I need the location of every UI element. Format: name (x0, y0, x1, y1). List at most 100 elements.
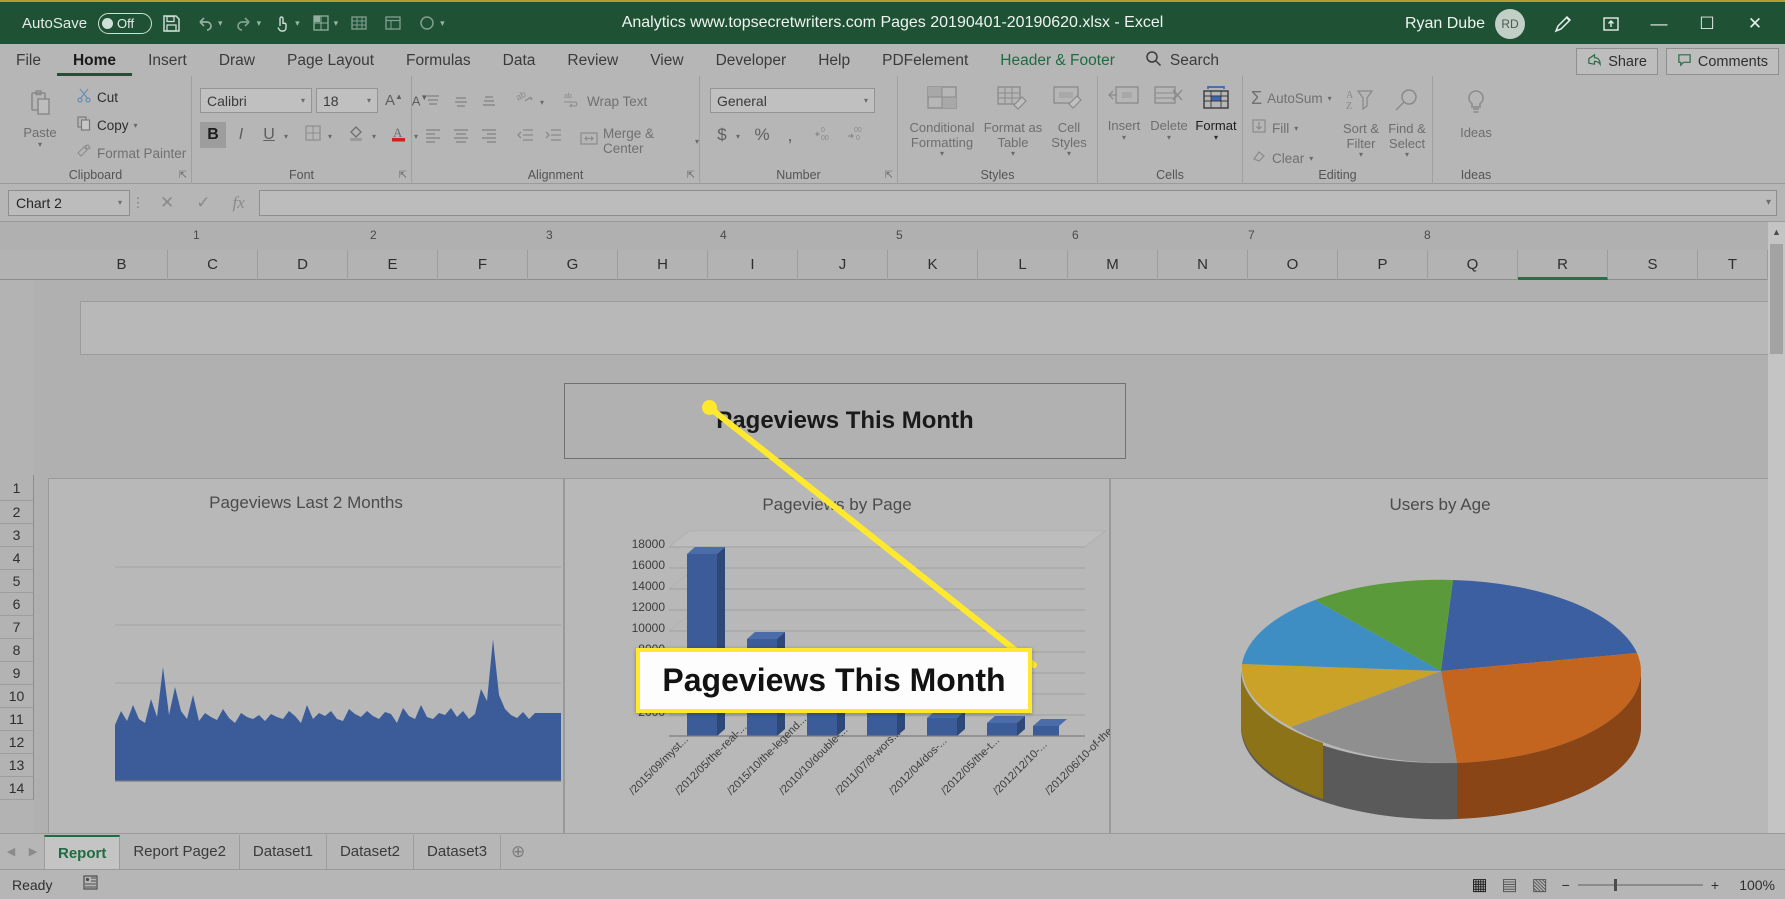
alignment-dialog-launcher-icon[interactable]: ⇱ (687, 170, 695, 181)
undo-icon[interactable] (190, 8, 220, 38)
wrap-text-button[interactable]: ab Wrap Text (564, 91, 647, 111)
tab-file[interactable]: File (0, 46, 57, 76)
orientation-dropdown-icon[interactable]: ▾ (540, 98, 544, 107)
sort-filter-button[interactable]: AZ Sort & Filter ▾ (1339, 88, 1383, 160)
grow-font-button[interactable]: A▲ (382, 88, 406, 113)
column-header-G[interactable]: G (528, 250, 618, 280)
font-dialog-launcher-icon[interactable]: ⇱ (399, 170, 407, 181)
conditional-formatting-dropdown-icon[interactable]: ▾ (940, 149, 944, 159)
tab-home[interactable]: Home (56, 46, 133, 76)
delete-cells-button[interactable]: Delete ▾ (1146, 85, 1192, 143)
column-header-K[interactable]: K (888, 250, 978, 280)
column-header-I[interactable]: I (708, 250, 798, 280)
tab-help[interactable]: Help (802, 46, 866, 76)
vertical-scrollbar[interactable]: ▲ ▼ (1768, 222, 1785, 846)
underline-dropdown-icon[interactable]: ▾ (284, 132, 288, 141)
clear-button[interactable]: Clear ▾ (1251, 148, 1313, 168)
row-header-4[interactable]: 4 (0, 547, 34, 570)
zoom-in-button[interactable]: + (1711, 877, 1719, 893)
zoom-handle[interactable] (1613, 878, 1617, 891)
zoom-slider[interactable]: − + (1562, 877, 1719, 893)
column-header-J[interactable]: J (798, 250, 888, 280)
format-painter-button[interactable]: Format Painter (76, 143, 186, 163)
merge-center-button[interactable]: Merge & Center ▾ (580, 126, 699, 156)
column-header-C[interactable]: C (168, 250, 258, 280)
restore-button[interactable]: ☐ (1685, 2, 1729, 46)
record-icon[interactable] (412, 8, 442, 38)
row-header-12[interactable]: 12 (0, 731, 34, 754)
cut-button[interactable]: Cut (76, 87, 118, 107)
column-header-N[interactable]: N (1158, 250, 1248, 280)
sort-filter-dropdown-icon[interactable]: ▾ (1359, 150, 1363, 160)
name-box[interactable]: Chart 2 ▾ (8, 189, 130, 216)
tab-header-and-footer[interactable]: Header & Footer (984, 46, 1131, 76)
fill-button[interactable]: Fill ▾ (1251, 118, 1298, 138)
bold-button[interactable]: B (200, 122, 226, 148)
paste-dropdown-icon[interactable]: ▾ (38, 140, 42, 150)
cell-styles-button[interactable]: Cell Styles ▾ (1044, 85, 1094, 159)
row-header-1[interactable]: 1 (0, 475, 34, 501)
comments-button[interactable]: Comments (1665, 48, 1779, 75)
autosum-dropdown-icon[interactable]: ▾ (1328, 94, 1332, 103)
search-input[interactable]: Search (1131, 46, 1233, 76)
redo-icon[interactable] (229, 8, 259, 38)
tab-view[interactable]: View (634, 46, 699, 76)
normal-view-button[interactable]: ▦ (1471, 875, 1487, 895)
cancel-formula-icon[interactable]: ✕ (160, 193, 174, 213)
align-bottom-button[interactable] (476, 88, 502, 114)
increase-decimal-button[interactable]: 0 00 (812, 122, 842, 148)
ink-pen-icon[interactable] (1541, 2, 1585, 46)
tab-insert[interactable]: Insert (132, 46, 203, 76)
sheet-tab-report-page2[interactable]: Report Page2 (120, 834, 240, 869)
font-color-button[interactable]: A (386, 122, 412, 148)
copy-button[interactable]: Copy ▾ (76, 115, 138, 135)
align-left-button[interactable] (420, 122, 446, 148)
insert-function-icon[interactable]: fx (233, 193, 245, 213)
tab-developer[interactable]: Developer (700, 46, 803, 76)
sheet-tab-report[interactable]: Report (44, 834, 121, 869)
save-icon[interactable] (156, 8, 186, 38)
tab-draw[interactable]: Draw (203, 46, 271, 76)
column-header-D[interactable]: D (258, 250, 348, 280)
row-header-13[interactable]: 13 (0, 754, 34, 777)
italic-button[interactable]: I (228, 122, 254, 148)
name-box-dropdown-icon[interactable]: ▾ (118, 198, 122, 207)
font-name-input[interactable]: Calibri ▾ (200, 88, 312, 113)
row-header-2[interactable]: 2 (0, 501, 34, 524)
column-header-Q[interactable]: Q (1428, 250, 1518, 280)
column-header-F[interactable]: F (438, 250, 528, 280)
sheet-tab-dataset3[interactable]: Dataset3 (414, 834, 502, 869)
row-header-6[interactable]: 6 (0, 593, 34, 616)
format-cells-dropdown-icon[interactable]: ▾ (1214, 133, 1218, 143)
autosum-button[interactable]: Σ AutoSum ▾ (1251, 88, 1332, 109)
column-header-S[interactable]: S (1608, 250, 1698, 280)
column-header-T[interactable]: T (1698, 250, 1768, 280)
scroll-up-button[interactable]: ▲ (1768, 222, 1785, 242)
font-name-dropdown-icon[interactable]: ▾ (301, 96, 305, 105)
currency-button[interactable]: $ (710, 122, 734, 148)
insert-cells-dropdown-icon[interactable]: ▾ (1122, 133, 1126, 143)
formula-bar-grip[interactable]: ⋮ (130, 195, 146, 211)
insert-cells-button[interactable]: Insert ▾ (1102, 85, 1146, 143)
user-name[interactable]: Ryan Dube (1405, 15, 1485, 33)
format-as-table-dropdown-icon[interactable]: ▾ (1011, 149, 1015, 159)
cell-styles-dropdown-icon[interactable]: ▾ (1067, 149, 1071, 159)
merge-center-dropdown-icon[interactable]: ▾ (695, 137, 699, 146)
spreadsheet-icon[interactable] (378, 8, 408, 38)
increase-indent-button[interactable] (540, 122, 566, 148)
row-header-5[interactable]: 5 (0, 570, 34, 593)
fill-color-dropdown-icon[interactable]: ▾ (372, 132, 376, 141)
row-header-14[interactable]: 14 (0, 777, 34, 800)
share-button[interactable]: Share (1576, 48, 1658, 75)
paste-button[interactable]: Paste ▾ (12, 88, 68, 150)
column-header-O[interactable]: O (1248, 250, 1338, 280)
autosave-toggle[interactable]: Off (98, 12, 153, 34)
decrease-decimal-button[interactable]: 00 0 (844, 122, 874, 148)
align-center-button[interactable] (448, 122, 474, 148)
clear-dropdown-icon[interactable]: ▾ (1309, 154, 1313, 163)
fill-color-button[interactable] (344, 122, 370, 148)
tab-page-layout[interactable]: Page Layout (271, 46, 390, 76)
row-header-3[interactable]: 3 (0, 524, 34, 547)
zoom-track[interactable] (1577, 878, 1703, 891)
formula-input[interactable] (258, 189, 1777, 216)
